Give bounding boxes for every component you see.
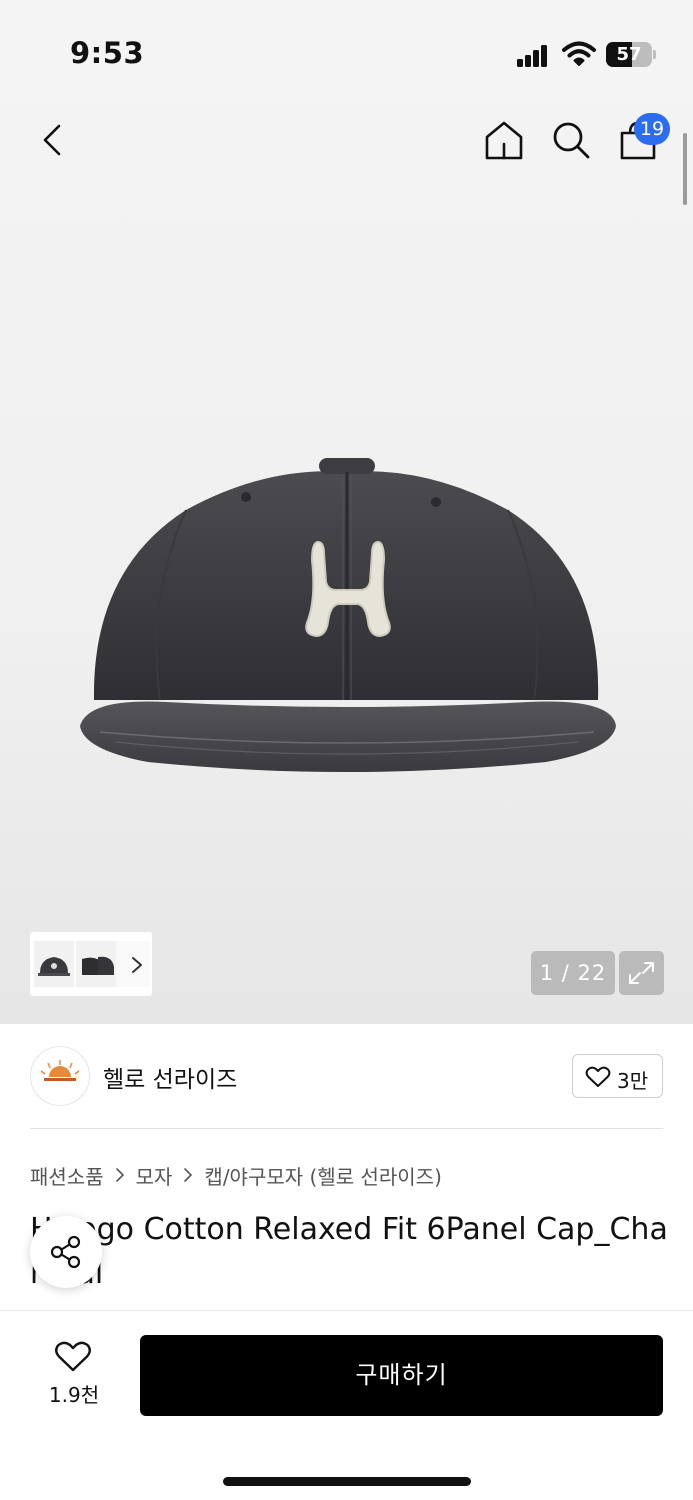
product-title: H Logo Cotton Relaxed Fit 6Panel Cap_Cha… xyxy=(30,1212,668,1291)
status-time: 9:53 xyxy=(70,36,145,70)
divider xyxy=(30,1128,663,1129)
cellular-signal-icon xyxy=(517,45,547,67)
share-button[interactable] xyxy=(30,1216,102,1288)
heart-icon xyxy=(55,1341,91,1372)
home-indicator xyxy=(223,1477,471,1486)
wifi-icon xyxy=(562,41,596,66)
heart-icon xyxy=(585,1066,611,1087)
image-counter: 1 / 22 xyxy=(531,951,615,995)
brand-like-count: 3만 xyxy=(617,1069,649,1093)
product-image[interactable] xyxy=(76,450,618,780)
brand-name[interactable]: 헬로 선라이즈 xyxy=(103,1060,237,1094)
breadcrumb-item[interactable]: 캡/야구모자 (헬로 선라이즈) xyxy=(204,1161,441,1190)
brand-logo[interactable] xyxy=(30,1046,90,1106)
brand-row: 헬로 선라이즈 3만 xyxy=(0,1024,693,1128)
thumbnail[interactable] xyxy=(76,941,116,987)
breadcrumb-item[interactable]: 패션소품 xyxy=(30,1161,104,1190)
scroll-indicator xyxy=(683,133,687,205)
share-icon xyxy=(50,1235,81,1269)
buy-button[interactable]: 구매하기 xyxy=(140,1335,663,1416)
wishlist-button[interactable]: 1.9천 xyxy=(30,1337,118,1409)
bottom-bar: 1.9천 구매하기 xyxy=(0,1310,693,1500)
home-icon[interactable] xyxy=(483,119,525,161)
chevron-right-icon xyxy=(183,1167,193,1183)
chevron-right-icon[interactable] xyxy=(130,955,144,975)
status-bar: 9:53 57 xyxy=(0,0,693,100)
breadcrumb: 패션소품 모자 캡/야구모자 (헬로 선라이즈) xyxy=(30,1160,442,1190)
search-icon[interactable] xyxy=(550,119,592,161)
chevron-right-icon xyxy=(115,1167,125,1183)
brand-like-button[interactable]: 3만 xyxy=(572,1054,663,1098)
expand-icon xyxy=(629,962,654,984)
wishlist-count: 1.9천 xyxy=(48,1383,100,1407)
battery-level: 57 xyxy=(616,44,642,65)
thumbnail[interactable] xyxy=(34,941,74,987)
battery-icon: 57 xyxy=(606,42,656,67)
chevron-left-icon[interactable] xyxy=(34,120,74,160)
cart-badge: 19 xyxy=(634,113,670,145)
expand-button[interactable] xyxy=(619,951,664,995)
breadcrumb-item[interactable]: 모자 xyxy=(136,1161,173,1190)
